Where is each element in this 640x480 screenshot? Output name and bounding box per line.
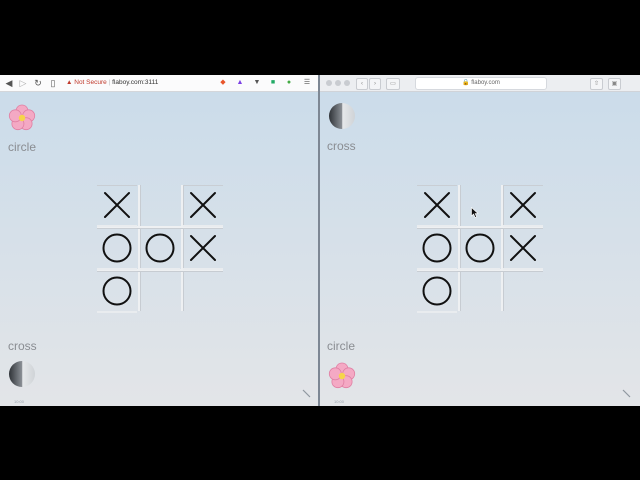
not-secure-label: Not Secure [74, 79, 107, 86]
board-cell-1-3 [183, 185, 223, 227]
game-page: cross circle 10:00 [320, 92, 640, 406]
address-bar[interactable]: ▲ Not Secure | flaboy.com:3111 [66, 78, 206, 88]
mouse-cursor [471, 207, 479, 218]
board-cell-2-2 [460, 228, 500, 270]
bottom-player-label: cross [8, 339, 37, 353]
board-cell-1-1 [97, 185, 137, 227]
circle-mark-icon [102, 233, 132, 263]
board-cell-2-3 [183, 228, 223, 270]
board-cell-1-3 [503, 185, 543, 227]
cross-mark-icon [188, 190, 218, 220]
board-cell-1-1 [417, 185, 457, 227]
url-text: flaboy.com:3111 [112, 79, 159, 86]
left-browser-window: ◀ ▷ ↻ ▯ ▲ Not Secure | flaboy.com:3111 ◆… [0, 75, 318, 406]
warning-icon: ▲ [66, 79, 73, 86]
bottom-player-subtext: 10:00 [14, 399, 25, 404]
board-cell-3-3[interactable] [183, 271, 223, 311]
board-cell-2-1 [417, 228, 457, 270]
cross-mark-icon [188, 233, 218, 263]
reload-icon[interactable]: ↻ [32, 77, 44, 89]
circle-mark-icon [422, 233, 452, 263]
board-cell-3-2[interactable] [140, 271, 180, 311]
board-cell-2-3 [503, 228, 543, 270]
board-cell-3-3[interactable] [503, 271, 543, 311]
address-bar[interactable]: 🔒 flaboy.com [415, 77, 547, 90]
lock-icon: 🔒 [462, 80, 470, 86]
top-player-label: cross [327, 139, 356, 153]
board-cell-1-2[interactable] [140, 185, 180, 225]
board-cell-1-2[interactable] [460, 185, 500, 225]
bookmark-icon[interactable]: ▯ [47, 77, 59, 89]
extension-2-icon[interactable]: ● [284, 78, 294, 88]
board-cell-3-2[interactable] [460, 271, 500, 311]
half-moon-icon [8, 360, 36, 388]
left-browser-toolbar: ◀ ▷ ↻ ▯ ▲ Not Secure | flaboy.com:3111 ◆… [0, 75, 318, 92]
board-cell-3-1 [97, 271, 137, 313]
circle-mark-icon [465, 233, 495, 263]
board-cell-3-1 [417, 271, 457, 313]
back-icon[interactable]: ‹ [356, 78, 368, 90]
menu-icon[interactable]: ☰ [302, 78, 312, 88]
forward-icon[interactable]: › [369, 78, 381, 90]
cross-mark-icon [102, 190, 132, 220]
close-window-icon[interactable] [326, 80, 332, 86]
url-text: flaboy.com [471, 80, 500, 86]
top-player-label: circle [8, 140, 37, 154]
circle-mark-icon [145, 233, 175, 263]
board-cell-2-2 [140, 228, 180, 270]
right-browser-window: ‹ › ▭ 🔒 flaboy.com ⇧ ▣ cross circle 10:0… [320, 75, 640, 406]
loading-icon [302, 389, 311, 398]
game-page: circle cross 10:00 [0, 92, 318, 406]
brave-shield-icon[interactable]: ◆ [218, 78, 228, 88]
zoom-window-icon[interactable] [344, 80, 350, 86]
flower-icon [8, 104, 36, 132]
game-board [417, 185, 543, 313]
share-icon[interactable]: ⇧ [590, 78, 603, 90]
minimize-window-icon[interactable] [335, 80, 341, 86]
wallet-icon[interactable]: ■ [268, 78, 278, 88]
cross-mark-icon [508, 233, 538, 263]
back-icon[interactable]: ◀ [3, 77, 15, 89]
vpn-icon[interactable]: ▼ [252, 78, 262, 88]
flower-icon [328, 362, 356, 390]
cross-mark-icon [422, 190, 452, 220]
circle-mark-icon [102, 276, 132, 306]
tabs-icon[interactable]: ▣ [608, 78, 621, 90]
right-browser-toolbar: ‹ › ▭ 🔒 flaboy.com ⇧ ▣ [320, 75, 640, 92]
forward-icon[interactable]: ▷ [17, 77, 29, 89]
sidebar-icon[interactable]: ▭ [386, 78, 400, 90]
half-moon-icon [328, 102, 356, 130]
bottom-player-label: circle [327, 339, 356, 353]
bottom-player-subtext: 10:00 [334, 399, 345, 404]
board-cell-2-1 [97, 228, 137, 270]
extension-icon[interactable]: ▲ [235, 78, 245, 88]
circle-mark-icon [422, 276, 452, 306]
loading-icon [622, 389, 631, 398]
game-board [97, 185, 223, 313]
cross-mark-icon [508, 190, 538, 220]
